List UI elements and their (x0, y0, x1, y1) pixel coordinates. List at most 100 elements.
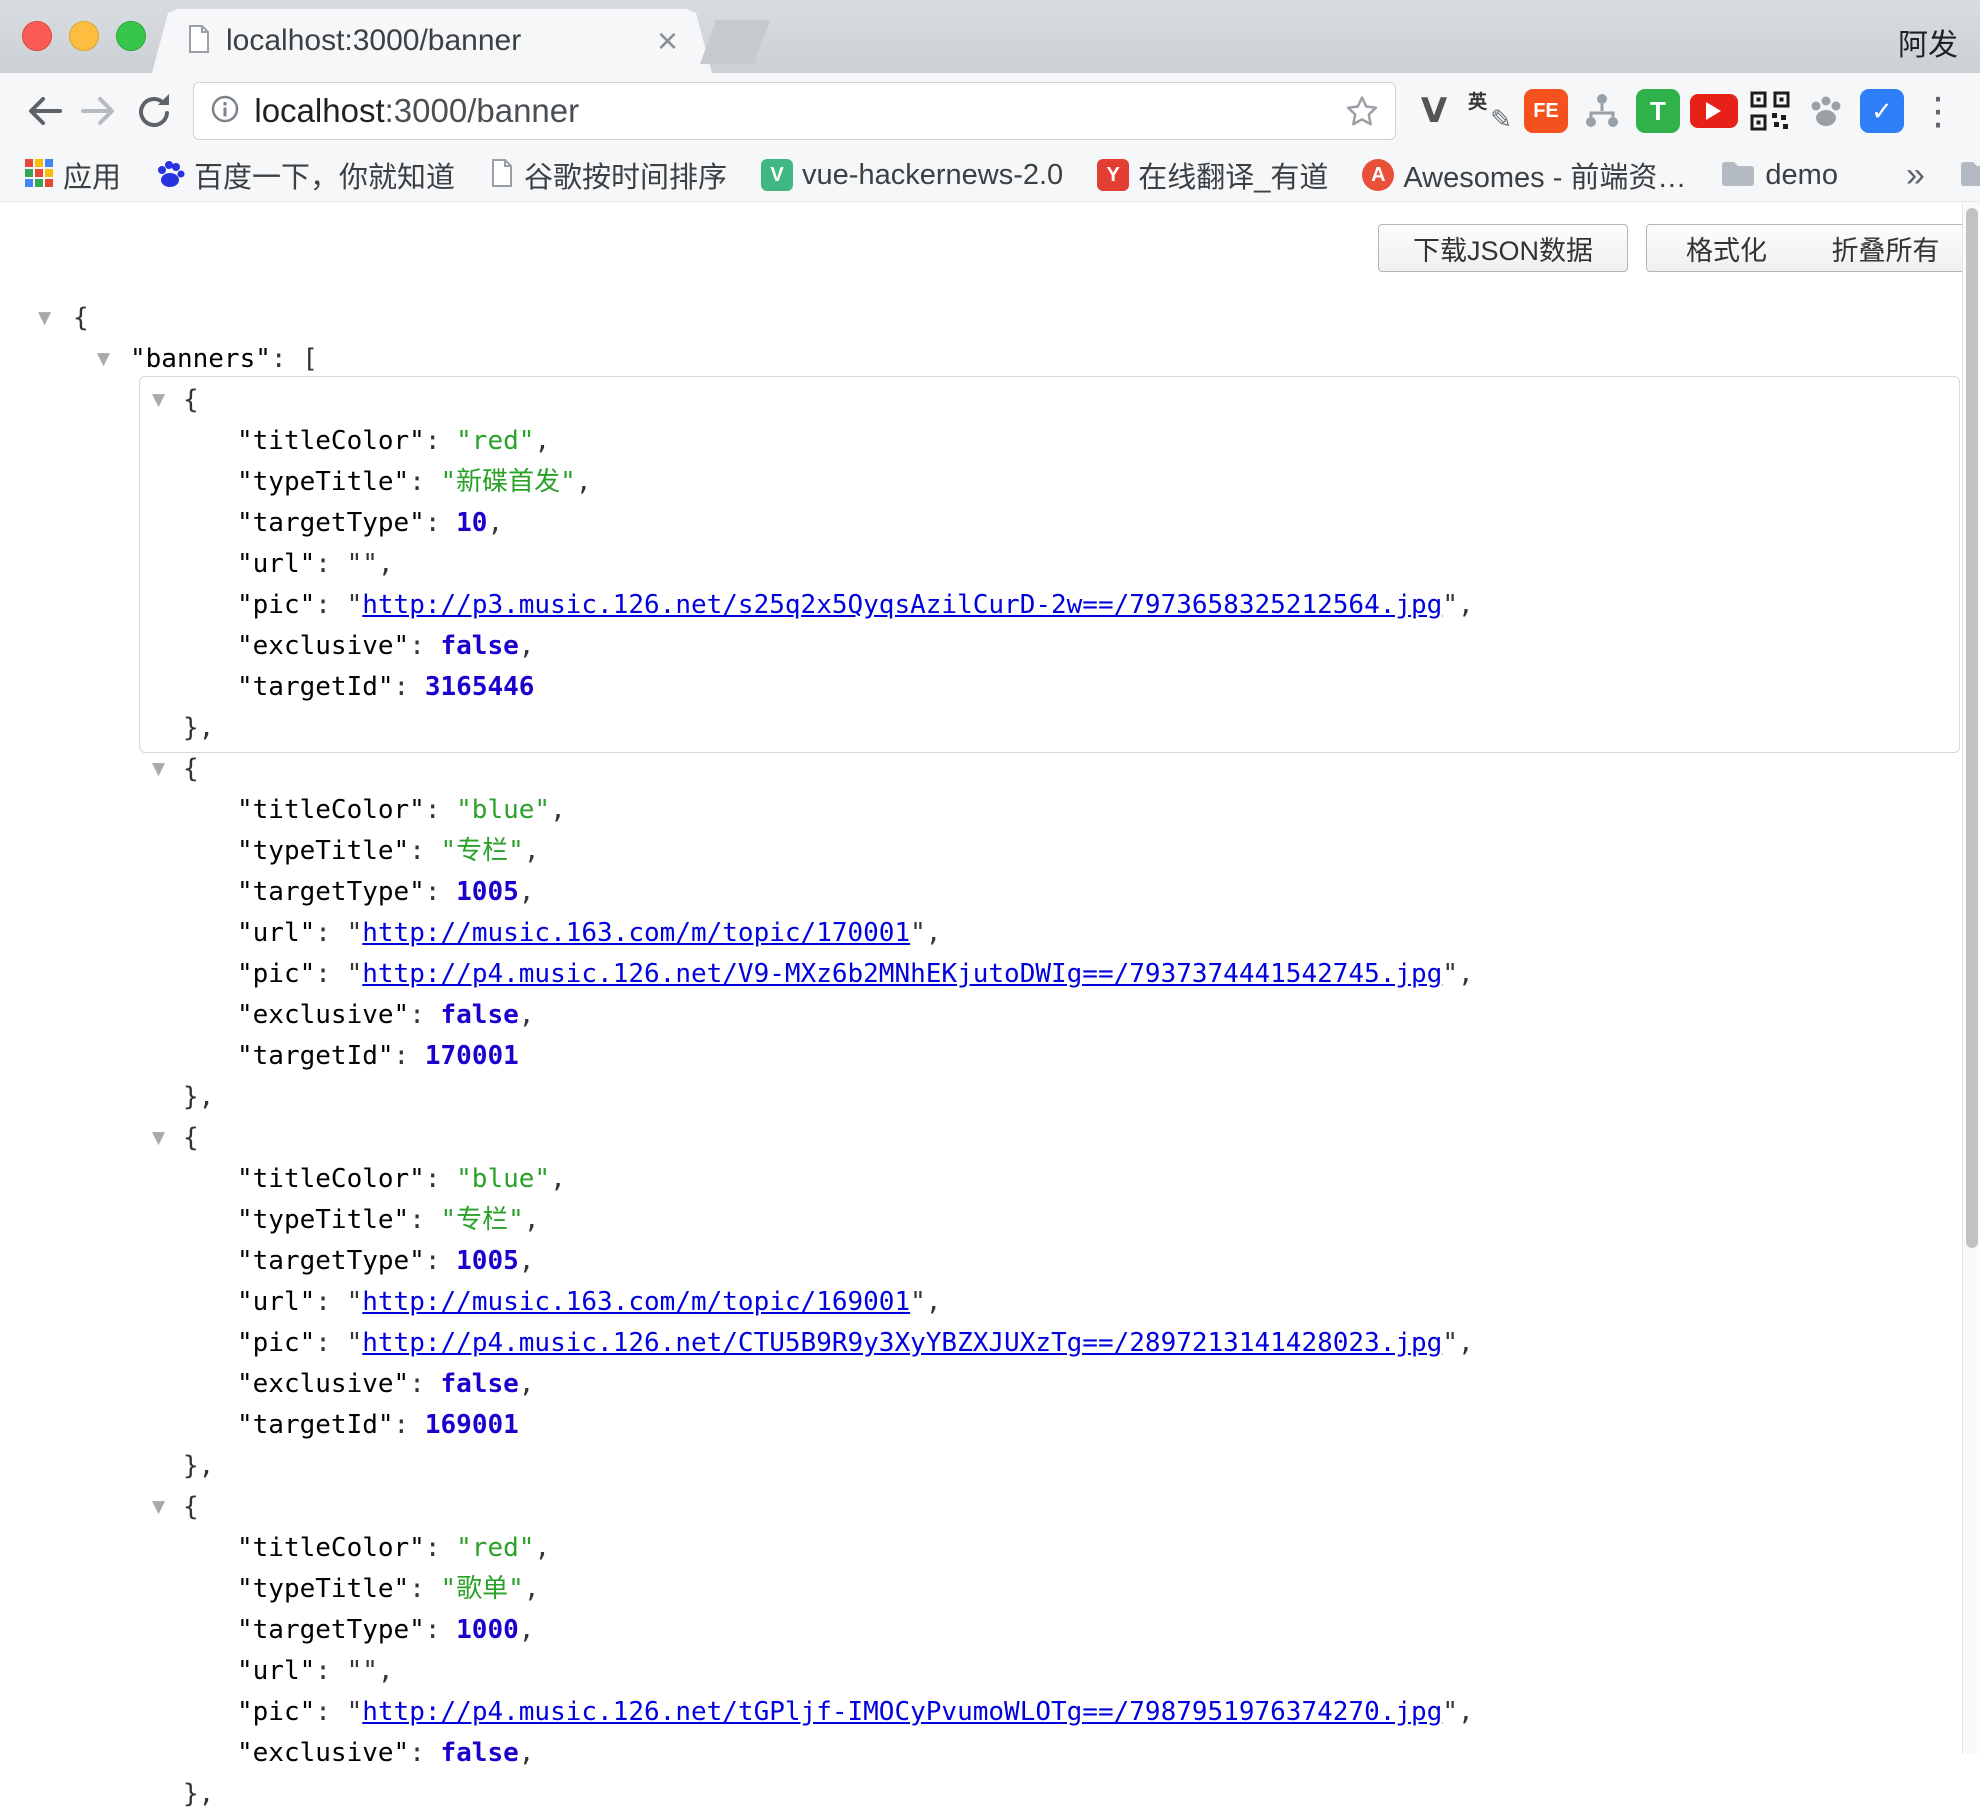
json-url-link[interactable]: http://p3.music.126.net/s25q2x5QyqsAzilC… (362, 590, 1442, 620)
json-key: "titleColor" (237, 1533, 425, 1563)
browser-tab[interactable]: localhost:3000/banner × (152, 9, 712, 73)
bookmark-apps[interactable]: 应用 (24, 154, 121, 196)
awesomes-icon: A (1362, 159, 1394, 191)
json-punctuation: " (910, 918, 926, 948)
json-key: "pic" (237, 959, 315, 989)
json-key: "targetType" (237, 1246, 425, 1276)
bookmark-youdao-translate[interactable]: Y 在线翻译_有道 (1097, 154, 1328, 196)
blue-check-extension-icon[interactable]: ✓ (1856, 85, 1908, 137)
json-punctuation: " (347, 959, 363, 989)
json-punctuation: , (519, 877, 535, 907)
zoom-window-button[interactable] (116, 21, 146, 51)
check-glyph: ✓ (1860, 89, 1904, 133)
forward-button[interactable] (71, 83, 126, 139)
new-tab-button[interactable] (700, 20, 770, 64)
youtube-extension-icon[interactable] (1688, 85, 1740, 137)
json-url-link[interactable]: http://p4.music.126.net/CTU5B9R9y3XyYBZX… (362, 1328, 1442, 1358)
vertical-scrollbar[interactable] (1962, 202, 1980, 1754)
close-window-button[interactable] (22, 21, 52, 51)
json-brace: }, (183, 1082, 214, 1112)
collapse-triangle-icon[interactable]: ▼ (152, 1118, 165, 1159)
format-button[interactable]: 格式化 (1646, 224, 1807, 272)
json-line: "pic": "http://p4.music.126.net/V9-MXz6b… (143, 954, 1956, 995)
json-punctuation: : (425, 877, 456, 907)
json-punctuation: : (409, 1574, 440, 1604)
org-chart-extension-icon[interactable] (1576, 85, 1628, 137)
json-key: "exclusive" (237, 631, 409, 661)
json-punctuation: : (409, 1000, 440, 1030)
json-line: ▼{ (0, 298, 1980, 339)
json-line: "url": "http://music.163.com/m/topic/170… (143, 913, 1956, 954)
green-shield-extension-icon[interactable]: T (1632, 85, 1684, 137)
bookmark-baidu[interactable]: 百度一下，你就知道 (155, 154, 455, 196)
json-string-value: "专栏" (441, 1205, 524, 1235)
collapse-triangle-icon[interactable]: ▼ (152, 380, 165, 421)
json-brace: { (183, 385, 199, 415)
json-empty-string-value: "" (347, 549, 378, 579)
minimize-window-button[interactable] (69, 21, 99, 51)
reload-button[interactable] (126, 83, 181, 139)
bookmarks-overflow-chevron[interactable]: » (1906, 156, 1925, 195)
collapse-triangle-icon[interactable]: ▼ (97, 339, 110, 380)
json-boolean-value: false (441, 631, 519, 661)
paw-extension-icon[interactable] (1800, 85, 1852, 137)
json-url-link[interactable]: http://p4.music.126.net/tGPljf-IMOCyPvum… (362, 1697, 1442, 1727)
json-key: "targetType" (237, 1615, 425, 1645)
site-info-icon[interactable] (210, 94, 240, 129)
address-bar[interactable]: localhost:3000/banner (193, 82, 1396, 140)
json-line: }, (143, 1774, 1956, 1815)
json-punctuation: : (425, 1246, 456, 1276)
bookmark-label: 百度一下，你就知道 (194, 154, 455, 196)
scrollbar-thumb[interactable] (1966, 208, 1978, 1248)
json-line: "exclusive": false, (143, 995, 1956, 1036)
json-punctuation: , (1458, 1697, 1474, 1727)
json-url-link[interactable]: http://music.163.com/m/topic/170001 (362, 918, 910, 948)
bookmark-awesomes[interactable]: A Awesomes - 前端资… (1362, 154, 1686, 196)
json-punctuation: , (519, 1738, 535, 1768)
json-object-block: ▼{"titleColor": "red","typeTitle": "歌单",… (143, 1487, 1956, 1815)
json-line: "targetType": 10, (143, 503, 1956, 544)
bookmark-vue-hackernews[interactable]: V vue-hackernews-2.0 (761, 159, 1063, 192)
page-content: 下载JSON数据 格式化 折叠所有 ▼{▼"banners": [▼{"titl… (0, 202, 1980, 1754)
json-key: "titleColor" (237, 795, 425, 825)
json-line: "titleColor": "blue", (143, 1159, 1956, 1200)
bookmark-demo-folder[interactable]: demo (1720, 158, 1838, 193)
json-object-block: ▼{"titleColor": "blue","typeTitle": "专栏"… (143, 749, 1956, 1118)
json-punctuation: : (315, 1328, 346, 1358)
download-json-button[interactable]: 下载JSON数据 (1378, 224, 1628, 272)
tab-bar: localhost:3000/banner × 阿发 (0, 0, 1980, 73)
bookmark-google-sort[interactable]: 谷歌按时间排序 (489, 154, 727, 196)
youdao-icon: Y (1097, 159, 1129, 191)
collapse-triangle-icon[interactable]: ▼ (38, 298, 51, 339)
fe-label: FE (1524, 89, 1568, 133)
vimium-extension-icon[interactable]: V (1408, 85, 1460, 137)
json-line: "exclusive": false, (143, 626, 1956, 667)
json-key: "titleColor" (237, 1164, 425, 1194)
browser-menu-button[interactable]: ⋮ (1912, 85, 1964, 137)
collapse-all-button[interactable]: 折叠所有 (1806, 224, 1966, 272)
json-string-value: "blue" (456, 1164, 550, 1194)
json-line: ▼{ (143, 380, 1956, 421)
tab-close-icon[interactable]: × (657, 23, 678, 59)
bookmark-label: demo (1765, 159, 1838, 192)
json-number-value: 3165446 (425, 672, 535, 702)
json-punctuation: , (1458, 1328, 1474, 1358)
qr-code-extension-icon[interactable] (1744, 85, 1796, 137)
json-key: "typeTitle" (237, 1574, 409, 1604)
fe-extension-icon[interactable]: FE (1520, 85, 1572, 137)
json-punctuation: : (315, 918, 346, 948)
back-button[interactable] (16, 83, 71, 139)
bookmark-star-icon[interactable] (1345, 94, 1379, 128)
json-number-value: 1005 (456, 877, 519, 907)
json-url-link[interactable]: http://music.163.com/m/topic/169001 (362, 1287, 910, 1317)
collapse-triangle-icon[interactable]: ▼ (152, 749, 165, 790)
profile-name[interactable]: 阿发 (1898, 20, 1958, 64)
json-url-link[interactable]: http://p4.music.126.net/V9-MXz6b2MNhEKju… (362, 959, 1442, 989)
translate-extension-icon[interactable]: 英 ✎ (1464, 85, 1516, 137)
json-punctuation: : (425, 1533, 456, 1563)
collapse-triangle-icon[interactable]: ▼ (152, 1487, 165, 1528)
json-key: "targetType" (237, 508, 425, 538)
json-line: "targetType": 1005, (143, 872, 1956, 913)
other-bookmarks-folder[interactable]: 其他书签 (1959, 154, 1980, 196)
json-punctuation: : (315, 1656, 346, 1686)
